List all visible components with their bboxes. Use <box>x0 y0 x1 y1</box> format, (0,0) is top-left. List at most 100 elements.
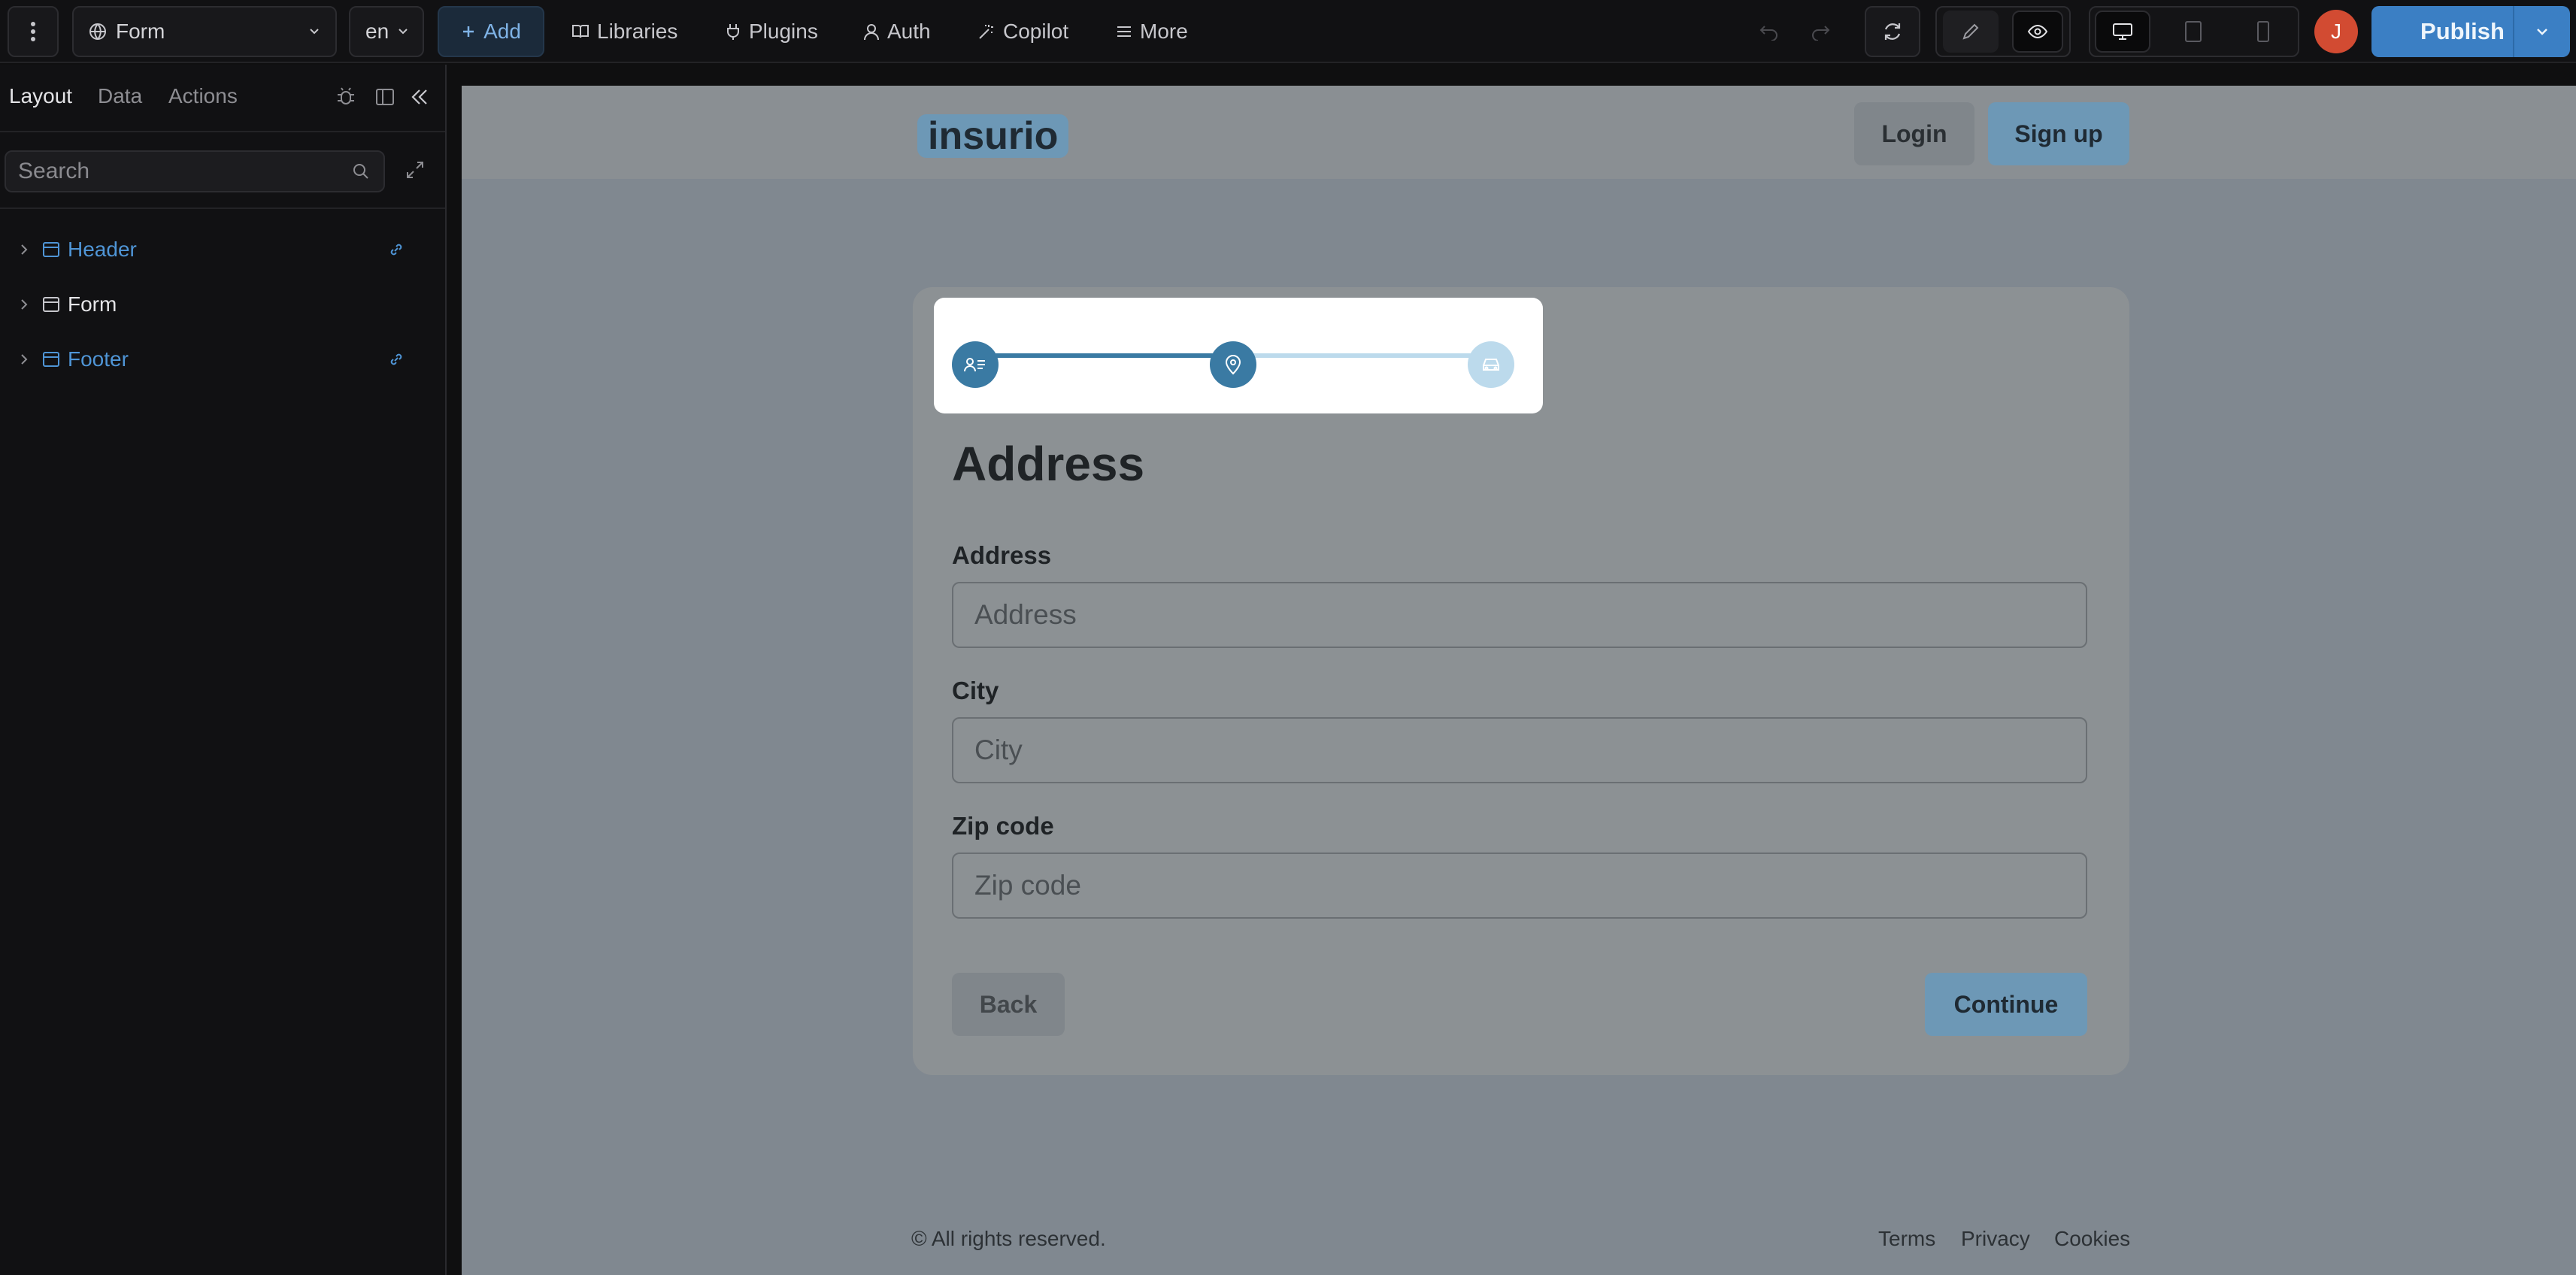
collapse-sidebar-button[interactable] <box>409 87 430 111</box>
more-menu-button[interactable]: More <box>1116 6 1188 57</box>
add-button-label: Add <box>483 20 521 43</box>
footer-link-cookies[interactable]: Cookies <box>2054 1227 2130 1251</box>
auth-button[interactable]: Auth <box>863 6 931 57</box>
copilot-button[interactable]: Copilot <box>977 6 1068 57</box>
tablet-view-button[interactable] <box>2184 6 2203 57</box>
tree-item-footer[interactable]: Footer <box>0 337 445 382</box>
pencil-icon <box>1962 23 1979 40</box>
site-header[interactable]: insurio Login Sign up <box>462 86 2576 179</box>
login-button[interactable]: Login <box>1854 102 1974 165</box>
plus-icon <box>463 26 474 37</box>
menu-icon <box>1117 26 1131 37</box>
step-1[interactable] <box>952 341 999 388</box>
continue-button[interactable]: Continue <box>1925 973 2087 1036</box>
undo-button[interactable] <box>1758 6 1780 57</box>
chevron-right-icon <box>21 244 28 255</box>
debug-button[interactable] <box>335 86 356 112</box>
footer-link-terms[interactable]: Terms <box>1878 1227 1935 1251</box>
person-list-icon <box>964 358 985 372</box>
step-3[interactable] <box>1468 341 1514 388</box>
user-icon <box>864 24 879 41</box>
language-select[interactable]: en <box>349 6 424 57</box>
chevron-right-icon <box>21 354 28 365</box>
footer-copyright: © All rights reserved. <box>911 1227 1106 1250</box>
tree-item-label: Form <box>68 292 117 316</box>
form-title: Address <box>952 437 1145 491</box>
expand-button[interactable] <box>405 159 426 184</box>
eye-icon <box>2027 24 2048 39</box>
chevrons-left-icon <box>411 89 427 104</box>
layers-search-input[interactable]: Search <box>5 150 385 192</box>
undo-icon <box>1759 26 1777 41</box>
zip-code-label: Zip code <box>952 812 1054 840</box>
preview-mode-button[interactable] <box>2012 11 2063 53</box>
search-placeholder: Search <box>18 159 90 183</box>
section-icon <box>43 352 59 367</box>
refresh-button[interactable] <box>1865 6 1920 57</box>
mobile-view-button[interactable] <box>2256 6 2271 57</box>
stepper-line-complete <box>971 353 1232 358</box>
chevron-down-icon <box>399 29 408 35</box>
section-icon <box>43 297 59 312</box>
libraries-button[interactable]: Libraries <box>571 6 677 57</box>
city-input[interactable] <box>952 717 2087 783</box>
link-icon <box>390 353 402 365</box>
plug-icon <box>727 24 739 40</box>
bug-icon <box>338 87 354 104</box>
tab-layout[interactable]: Layout <box>9 84 72 108</box>
tab-actions[interactable]: Actions <box>168 84 238 108</box>
stepper-line-pending <box>1235 353 1495 358</box>
editor-canvas[interactable]: insurio Login Sign up Address Address Ci… <box>462 86 2576 1275</box>
tree-item-form[interactable]: Form <box>0 282 445 327</box>
footer-link-privacy[interactable]: Privacy <box>1961 1227 2030 1251</box>
edit-mode-button[interactable] <box>1943 11 1999 53</box>
sidebar-tabs: Layout Data Actions <box>0 65 445 132</box>
tree-item-label: Header <box>68 238 137 261</box>
divider <box>0 207 445 209</box>
avatar-initial: J <box>2331 20 2341 43</box>
more-label: More <box>1140 20 1188 43</box>
city-label: City <box>952 677 999 704</box>
book-open-icon <box>572 25 589 38</box>
site-logo[interactable]: insurio <box>917 114 1069 158</box>
add-button[interactable]: Add <box>438 6 544 57</box>
kebab-menu-button[interactable] <box>8 6 59 57</box>
progress-stepper[interactable] <box>934 298 1543 413</box>
redo-button[interactable] <box>1809 6 1832 57</box>
chevron-down-icon <box>310 29 319 35</box>
back-button[interactable]: Back <box>952 973 1065 1036</box>
tab-data[interactable]: Data <box>98 84 142 108</box>
location-pin-icon <box>1225 355 1241 375</box>
more-vertical-icon <box>31 22 35 41</box>
layout-panel-icon <box>376 89 394 105</box>
auth-label: Auth <box>887 20 931 43</box>
page-select-value: Form <box>116 20 165 43</box>
car-icon <box>1483 359 1499 371</box>
panel-layout-button[interactable] <box>374 87 395 111</box>
publish-options-button[interactable] <box>2513 6 2570 57</box>
address-input[interactable] <box>952 582 2087 648</box>
top-toolbar: Form en Add Libraries Plugins Auth Copil… <box>0 0 2576 63</box>
page-select[interactable]: Form <box>72 6 337 57</box>
plugins-button[interactable]: Plugins <box>725 6 818 57</box>
tablet-icon <box>2185 21 2202 42</box>
user-avatar[interactable]: J <box>2314 10 2358 53</box>
language-select-value: en <box>365 20 389 43</box>
desktop-view-button[interactable] <box>2095 11 2150 53</box>
tree-item-header[interactable]: Header <box>0 227 445 272</box>
redo-icon <box>1812 26 1830 41</box>
plugins-label: Plugins <box>749 20 818 43</box>
signup-button[interactable]: Sign up <box>1988 102 2129 165</box>
libraries-label: Libraries <box>597 20 678 43</box>
step-2[interactable] <box>1210 341 1256 388</box>
search-icon <box>353 164 368 179</box>
layers-sidebar: Layout Data Actions Search Header Form F <box>0 65 447 1275</box>
expand-icon <box>407 162 423 178</box>
tree-item-label: Footer <box>68 347 129 371</box>
copilot-label: Copilot <box>1003 20 1069 43</box>
publish-label: Publish <box>2420 18 2505 44</box>
wand-icon <box>979 25 993 39</box>
smartphone-icon <box>2257 21 2269 42</box>
zip-code-input[interactable] <box>952 853 2087 919</box>
chevron-right-icon <box>21 299 28 310</box>
